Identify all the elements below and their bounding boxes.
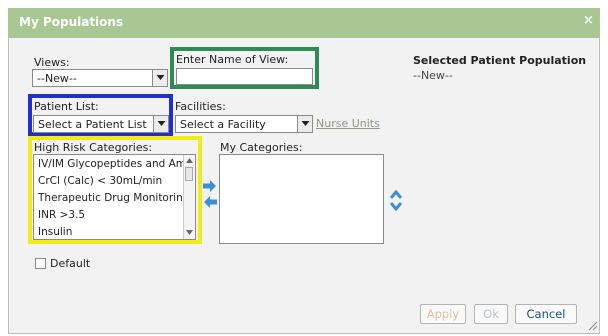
- close-icon[interactable]: ×: [583, 13, 594, 28]
- chevron-down-icon[interactable]: [153, 116, 168, 132]
- vertical-scrollbar[interactable]: [183, 155, 195, 239]
- list-item[interactable]: IV/IM Glycopeptides and Am: [38, 158, 186, 170]
- views-select-value: --New--: [37, 72, 77, 85]
- views-label: Views:: [34, 56, 70, 69]
- move-up-icon[interactable]: [390, 190, 402, 199]
- high-risk-listbox[interactable]: IV/IM Glycopeptides and Am CrCl (Calc) <…: [33, 154, 196, 240]
- dialog-title: My Populations: [19, 15, 124, 29]
- view-name-label: Enter Name of View:: [176, 53, 289, 66]
- chevron-down-icon[interactable]: [297, 116, 312, 132]
- move-right-icon[interactable]: [203, 180, 217, 192]
- resize-grip-icon[interactable]: [586, 319, 598, 331]
- facility-select[interactable]: Select a Facility: [175, 115, 313, 133]
- view-name-input[interactable]: [176, 68, 313, 85]
- nurse-units-link[interactable]: Nurse Units: [316, 117, 380, 130]
- selected-population-heading: Selected Patient Population: [413, 54, 587, 67]
- my-categories-label: My Categories:: [220, 141, 303, 154]
- facilities-label: Facilities:: [175, 100, 226, 113]
- patient-list-label: Patient List:: [34, 100, 99, 113]
- default-checkbox[interactable]: [35, 258, 46, 269]
- move-down-icon[interactable]: [390, 202, 402, 211]
- apply-button[interactable]: Apply: [420, 304, 466, 324]
- selected-population-value: --New--: [413, 69, 453, 82]
- ok-button[interactable]: Ok: [474, 304, 508, 324]
- facility-select-value: Select a Facility: [180, 118, 266, 131]
- my-categories-listbox[interactable]: [219, 154, 384, 244]
- list-item[interactable]: Insulin: [38, 226, 72, 238]
- views-select[interactable]: --New--: [32, 69, 168, 87]
- default-checkbox-label: Default: [50, 257, 91, 270]
- chevron-down-icon[interactable]: [152, 70, 167, 86]
- cancel-button[interactable]: Cancel: [515, 304, 577, 324]
- move-left-icon[interactable]: [203, 196, 217, 208]
- scroll-down-icon[interactable]: [186, 230, 193, 235]
- list-item[interactable]: CrCl (Calc) < 30mL/min: [38, 175, 162, 187]
- high-risk-label: High Risk Categories:: [34, 141, 153, 154]
- list-item[interactable]: Therapeutic Drug Monitorin: [38, 192, 183, 204]
- scroll-thumb[interactable]: [185, 167, 193, 181]
- patient-list-select[interactable]: Select a Patient List: [33, 115, 169, 133]
- patient-list-select-value: Select a Patient List: [38, 118, 147, 131]
- scroll-up-icon[interactable]: [186, 158, 193, 163]
- list-item[interactable]: INR >3.5: [38, 209, 85, 221]
